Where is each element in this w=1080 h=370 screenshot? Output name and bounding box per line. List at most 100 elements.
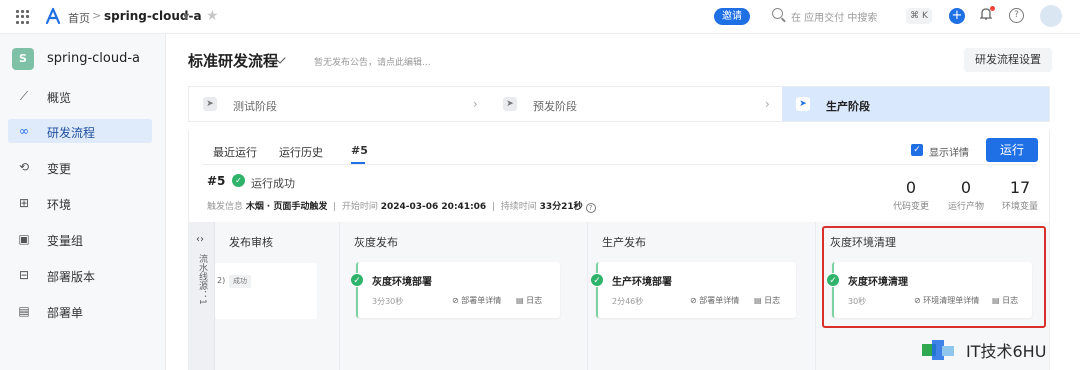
- deploy-order-link[interactable]: ⊘ 部署单详情: [452, 295, 501, 306]
- column-title: 灰度发布: [354, 236, 398, 249]
- chevron-right-icon: ›: [765, 97, 770, 111]
- flow-settings-button[interactable]: 研发流程设置: [964, 48, 1052, 72]
- sidebar-item-changes[interactable]: ⟲ 变更: [8, 155, 152, 179]
- check-circle-icon: ✓: [232, 174, 245, 187]
- invite-button[interactable]: 邀请: [714, 8, 750, 25]
- shortcut-hint: ⌘ K: [906, 8, 932, 24]
- collapse-icon[interactable]: ‹›: [196, 234, 204, 245]
- duration-value: 33分21秒: [539, 202, 583, 212]
- link-label: 日志: [764, 296, 781, 305]
- package-icon: ⊟: [18, 268, 30, 282]
- stages-bar: ➤ 测试阶段 › ➤ 预发阶段 › ➤ 生产阶段: [188, 86, 1050, 122]
- trigger-key: 触发信息: [207, 202, 244, 212]
- watermark: IT技术6HU: [922, 336, 1072, 364]
- sidebar-item-label: 变量组: [47, 234, 84, 248]
- avatar[interactable]: [1040, 5, 1062, 27]
- breadcrumb-separator: >: [92, 9, 102, 22]
- pipeline-source-column[interactable]: ‹› 流水线源：1: [189, 222, 215, 370]
- log-link[interactable]: ▤ 日志: [516, 295, 542, 306]
- tab-run-5[interactable]: #5: [351, 144, 368, 157]
- product-logo-icon[interactable]: [44, 7, 62, 25]
- sidebar-item-dev-flow[interactable]: ∞ 研发流程: [8, 119, 152, 143]
- tab-recent-runs[interactable]: 最近运行: [213, 144, 257, 160]
- document-icon: ▤: [754, 296, 762, 305]
- stat-code-changes[interactable]: 0 代码变更: [883, 178, 939, 212]
- run-meta: 触发信息 木烟 · 页面手动触发 | 开始时间 2024-03-06 20:41…: [207, 199, 596, 213]
- run-status: 运行成功: [251, 177, 295, 190]
- status-tag: 成功: [229, 275, 251, 288]
- stat-label: 代码变更: [892, 202, 929, 212]
- tabs-divider: [203, 164, 1037, 165]
- column-title: 发布审核: [229, 236, 273, 249]
- watermark-logo-icon: [922, 340, 954, 360]
- job-card-gray-deploy[interactable]: ✓ 灰度环境部署 3分30秒 ⊘ 部署单详情 ▤ 日志: [350, 262, 560, 318]
- show-detail-label[interactable]: 显示详情: [929, 144, 969, 159]
- app-grid-icon[interactable]: [16, 10, 30, 24]
- sidebar-item-label: 变更: [47, 162, 72, 176]
- announcement-text[interactable]: 暂无发布公告，请点此编辑...: [314, 55, 431, 68]
- run-button[interactable]: 运行: [986, 138, 1038, 162]
- job-card-prod-deploy[interactable]: ✓ 生产环境部署 2分46秒 ⊘ 部署单详情 ▤ 日志: [590, 262, 796, 318]
- sidebar-item-deploy-orders[interactable]: ▤ 部署单: [8, 299, 152, 323]
- column-production-release: 生产发布 ✓ 生产环境部署 2分46秒 ⊘ 部署单详情 ▤ 日志: [587, 222, 815, 370]
- log-link[interactable]: ▤ 日志: [754, 295, 780, 306]
- environment-icon: ⊞: [18, 196, 30, 210]
- notification-dot: [990, 6, 995, 11]
- sidebar-item-label: 部署单: [47, 306, 84, 320]
- page-title[interactable]: 标准研发流程: [188, 50, 278, 71]
- stage-production[interactable]: ➤ 生产阶段: [782, 87, 1049, 121]
- stat-value: 0: [960, 178, 972, 197]
- document-icon: ▤: [18, 304, 30, 318]
- sidebar-item-deploy-versions[interactable]: ⊟ 部署版本: [8, 263, 152, 287]
- document-icon: ▤: [516, 296, 524, 305]
- create-button[interactable]: +: [949, 8, 965, 24]
- watermark-text: IT技术6HU: [966, 342, 1047, 361]
- stage-label: 测试阶段: [233, 100, 277, 113]
- stage-staging[interactable]: ➤ 预发阶段: [489, 87, 773, 121]
- start-key: 开始时间: [341, 202, 378, 212]
- search-placeholder: 在 应用交付 中搜索: [791, 13, 878, 24]
- tab-run-history[interactable]: 运行历史: [279, 144, 323, 160]
- breadcrumb-home[interactable]: 首页: [68, 10, 90, 26]
- sidebar-item-environment[interactable]: ⊞ 环境: [8, 191, 152, 215]
- chevron-right-icon: ›: [473, 97, 478, 111]
- trigger-desc: · 页面手动触发: [266, 202, 328, 212]
- stage-test[interactable]: ➤ 测试阶段: [189, 87, 473, 121]
- stat-artifacts[interactable]: 0 运行产物: [938, 178, 994, 212]
- show-detail-checkbox[interactable]: ✓: [911, 144, 923, 156]
- sidebar: S spring-cloud-a ⟋ 概览 ∞ 研发流程 ⟲ 变更 ⊞ 环境 ▣…: [0, 34, 166, 370]
- job-duration: 3分30秒: [372, 297, 404, 306]
- link-icon: ⊘: [690, 296, 697, 305]
- star-icon[interactable]: ★: [206, 8, 219, 24]
- link-label: 部署单详情: [699, 296, 740, 305]
- trigger-user: 木烟: [245, 202, 264, 212]
- link-label: 日志: [526, 296, 543, 305]
- job-card-review[interactable]: 2) 成功: [215, 263, 317, 319]
- highlight-annotation: [822, 226, 1046, 328]
- top-bar: 首页 > spring-cloud-a ▼ ★ 邀请 在 应用交付 中搜索 ⌘ …: [0, 0, 1080, 34]
- stat-label: 运行产物: [947, 202, 984, 212]
- sidebar-item-variables[interactable]: ▣ 变量组: [8, 227, 152, 251]
- help-icon[interactable]: ?: [1009, 8, 1024, 23]
- rocket-icon: ➤: [796, 97, 810, 111]
- job-number: 2): [217, 276, 226, 285]
- job-duration: 2分46秒: [612, 297, 644, 306]
- infinity-icon: ∞: [19, 124, 29, 138]
- rocket-icon: ➤: [203, 97, 217, 111]
- stage-label: 生产阶段: [826, 100, 870, 113]
- deploy-order-link[interactable]: ⊘ 部署单详情: [690, 295, 739, 306]
- help-icon[interactable]: ?: [585, 203, 596, 213]
- search-icon: [772, 8, 783, 19]
- column-gray-release: 灰度发布 ✓ 灰度环境部署 3分30秒 ⊘ 部署单详情 ▤ 日志: [339, 222, 587, 370]
- chevron-down-icon[interactable]: ▼: [183, 12, 189, 21]
- link-icon: ⊘: [452, 296, 459, 305]
- pipeline-source-label: 流水线源：1: [197, 254, 207, 305]
- project-name[interactable]: spring-cloud-a: [47, 51, 140, 66]
- rocket-icon: ➤: [503, 97, 517, 111]
- project-badge: S: [12, 48, 34, 70]
- variable-icon: ▣: [18, 232, 30, 246]
- sidebar-item-label: 环境: [47, 198, 72, 212]
- stat-env-vars[interactable]: 17 环境变量: [992, 178, 1048, 212]
- sidebar-item-overview[interactable]: ⟋ 概览: [8, 84, 152, 108]
- stage-label: 预发阶段: [533, 100, 577, 113]
